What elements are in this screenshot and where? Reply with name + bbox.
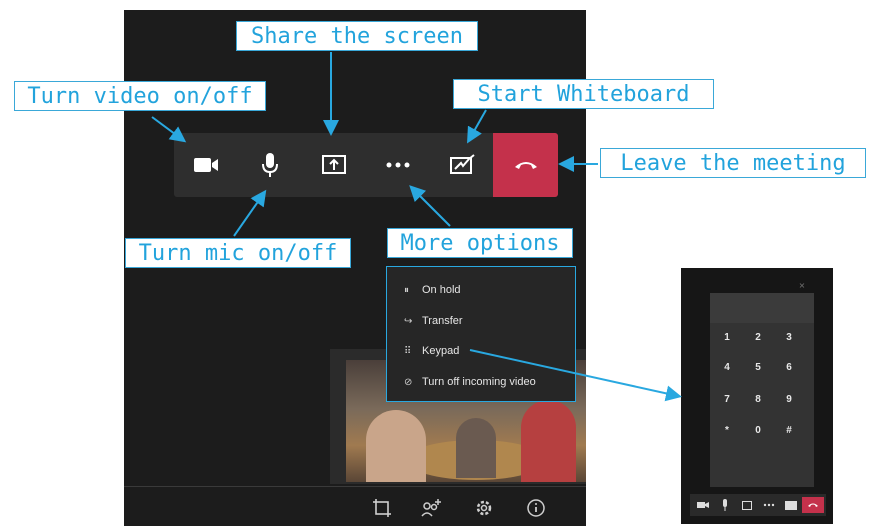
key-6[interactable]: 6 (779, 358, 799, 378)
menu-item-turn-off-video[interactable]: ⊘ Turn off incoming video (404, 372, 536, 392)
bottom-bar (124, 486, 586, 526)
key-5[interactable]: 5 (748, 358, 768, 378)
menu-item-label: Transfer (422, 315, 463, 327)
callout-mic: Turn mic on/off (125, 238, 351, 268)
gear-icon (476, 500, 492, 516)
info-icon (527, 499, 545, 517)
hang-up-icon (808, 503, 818, 507)
ellipsis-icon (763, 503, 775, 507)
key-0[interactable]: 0 (748, 421, 768, 441)
callout-whiteboard: Start Whiteboard (453, 79, 714, 109)
microphone-icon (262, 153, 278, 177)
hang-up-icon (514, 162, 537, 169)
whiteboard-button[interactable] (438, 133, 486, 197)
more-options-button[interactable] (374, 133, 422, 197)
menu-item-label: On hold (422, 284, 461, 296)
whiteboard-icon (450, 154, 475, 174)
menu-item-label: Turn off incoming video (422, 376, 536, 388)
close-icon[interactable]: × (797, 281, 807, 291)
leave-meeting-button[interactable] (493, 133, 558, 197)
menu-item-label: Keypad (422, 345, 460, 357)
dial-display[interactable] (710, 293, 814, 323)
key-8[interactable]: 8 (748, 390, 768, 410)
add-people-icon (421, 499, 441, 517)
fullscreen-icon (373, 499, 391, 517)
key-1[interactable]: 1 (717, 328, 737, 348)
mini-share-button[interactable] (738, 497, 756, 513)
keypad-icon: ⠿ (404, 345, 412, 357)
ellipsis-icon (386, 162, 410, 168)
mini-whiteboard-button[interactable] (782, 497, 800, 513)
pause-icon: ⏸ (404, 284, 409, 296)
key-2[interactable]: 2 (748, 328, 768, 348)
share-screen-button[interactable] (310, 133, 358, 197)
callout-leave: Leave the meeting (600, 148, 866, 178)
callout-share-screen: Share the screen (236, 21, 478, 51)
mini-more-button[interactable] (760, 497, 778, 513)
share-screen-icon (322, 155, 346, 174)
settings-button[interactable] (472, 496, 496, 520)
add-participant-button[interactable] (420, 496, 444, 520)
menu-item-keypad[interactable]: ⠿ Keypad (404, 341, 459, 361)
whiteboard-icon (785, 500, 797, 510)
share-screen-icon (742, 500, 752, 510)
key-9[interactable]: 9 (779, 390, 799, 410)
callout-more-options: More options (387, 228, 573, 258)
mini-mic-button[interactable] (716, 497, 734, 513)
key-4[interactable]: 4 (717, 358, 737, 378)
key-7[interactable]: 7 (717, 390, 737, 410)
camera-icon (194, 158, 218, 172)
mini-leave-button[interactable] (802, 497, 824, 513)
mic-button[interactable] (246, 133, 294, 197)
camera-button[interactable] (182, 133, 230, 197)
key-hash[interactable]: # (779, 421, 799, 441)
mini-camera-button[interactable] (694, 497, 712, 513)
fullscreen-button[interactable] (370, 496, 394, 520)
camera-icon (697, 502, 709, 508)
transfer-icon: ↪ (404, 315, 413, 327)
menu-item-on-hold[interactable]: ⏸ On hold (404, 280, 461, 300)
video-off-icon: ⊘ (404, 376, 413, 388)
callout-video: Turn video on/off (14, 81, 266, 111)
key-star[interactable]: * (717, 421, 737, 441)
info-button[interactable] (524, 496, 548, 520)
microphone-icon (723, 499, 727, 511)
menu-item-transfer[interactable]: ↪ Transfer (404, 311, 463, 331)
key-3[interactable]: 3 (779, 328, 799, 348)
